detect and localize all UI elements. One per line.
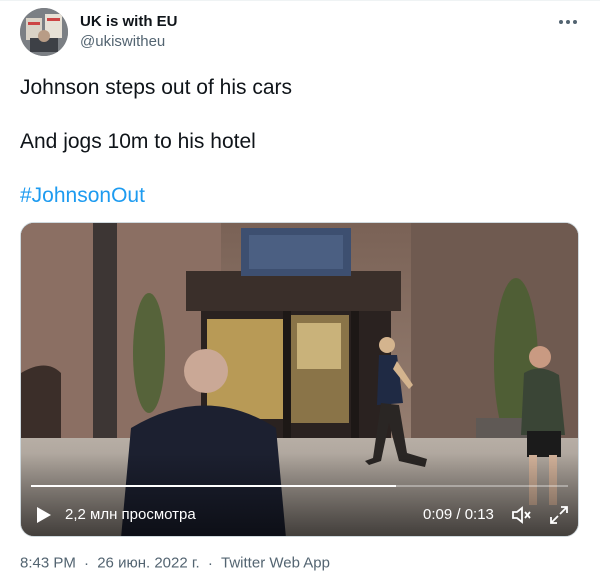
separator-dot: · xyxy=(84,554,90,572)
separator-dot: · xyxy=(207,554,213,572)
tweet-text-line: Johnson steps out of his cars xyxy=(20,76,292,99)
view-count: 2,2 млн просмотра xyxy=(65,506,196,523)
tweet-date[interactable]: 26 июн. 2022 г. xyxy=(97,555,199,572)
tweet: UK is with EU @ukiswitheu Johnson steps … xyxy=(0,0,600,586)
volume-icon[interactable] xyxy=(510,504,532,526)
tweet-source[interactable]: Twitter Web App xyxy=(221,555,330,572)
avatar-photo xyxy=(20,8,68,56)
video-progress-fill xyxy=(31,485,397,487)
hashtag-link[interactable]: #JohnsonOut xyxy=(20,184,145,208)
author-avatar[interactable] xyxy=(20,8,68,56)
fullscreen-icon[interactable] xyxy=(548,504,570,526)
tweet-text-line: And jogs 10m to his hotel xyxy=(20,130,256,153)
more-horizontal-icon[interactable] xyxy=(556,12,580,32)
video-player[interactable]: 2,2 млн просмотра 0:09 / 0:13 xyxy=(20,222,579,537)
tweet-timestamp[interactable]: 8:43 PM xyxy=(20,555,76,572)
video-progress-bar[interactable] xyxy=(31,485,568,487)
divider xyxy=(0,0,600,1)
play-icon[interactable] xyxy=(33,505,53,525)
video-frame xyxy=(21,223,578,536)
tweet-metadata: 8:43 PM · 26 июн. 2022 г. · Twitter Web … xyxy=(20,554,330,572)
video-time: 0:09 / 0:13 xyxy=(423,506,494,523)
author-name[interactable]: UK is with EU xyxy=(80,13,178,30)
author-handle[interactable]: @ukiswitheu xyxy=(80,33,165,50)
